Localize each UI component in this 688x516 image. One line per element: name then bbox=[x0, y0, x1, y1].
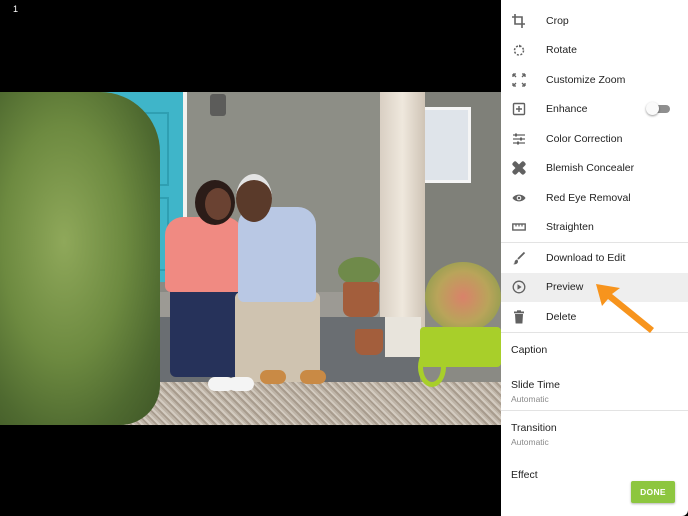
menu-item-customize-zoom[interactable]: Customize Zoom bbox=[501, 65, 688, 95]
photo-flowers bbox=[425, 262, 501, 332]
ruler-icon bbox=[512, 220, 526, 234]
crop-icon bbox=[512, 13, 526, 28]
photo-woman-legs bbox=[170, 287, 240, 377]
menu-item-rotate[interactable]: Rotate bbox=[501, 36, 688, 66]
rotate-icon bbox=[512, 43, 526, 57]
photo-planter bbox=[385, 317, 421, 357]
effect-setting[interactable]: Effect bbox=[501, 453, 688, 478]
play-circle-icon bbox=[512, 280, 526, 294]
done-button[interactable]: DONE bbox=[631, 481, 675, 503]
enhance-icon bbox=[512, 102, 526, 116]
photo-shoe bbox=[300, 370, 326, 384]
menu-item-download-to-edit[interactable]: Download to Edit bbox=[501, 243, 688, 273]
trash-icon bbox=[512, 310, 526, 324]
menu-item-crop[interactable]: Crop bbox=[501, 6, 688, 36]
menu-item-enhance[interactable]: Enhance bbox=[501, 95, 688, 125]
photo-pot bbox=[343, 282, 379, 317]
slide-time-setting[interactable]: Slide Time Automatic bbox=[501, 366, 688, 410]
caption-field[interactable]: Caption bbox=[501, 333, 688, 366]
effect-label: Effect bbox=[511, 468, 538, 478]
photo-shoe bbox=[228, 377, 254, 391]
slide-number: 1 bbox=[13, 4, 19, 14]
photo-man-head bbox=[236, 174, 272, 222]
photo-lamp bbox=[210, 94, 226, 116]
edit-menu: Crop Rotate Customize Zoom Enhance Color… bbox=[501, 0, 688, 242]
sliders-icon bbox=[512, 132, 526, 146]
photo-wheelbarrow-wheel bbox=[418, 347, 446, 387]
eye-icon bbox=[512, 191, 526, 205]
zoom-expand-icon bbox=[512, 73, 526, 87]
enhance-toggle[interactable] bbox=[646, 102, 670, 116]
photo-pot bbox=[355, 329, 383, 355]
slide-photo[interactable] bbox=[0, 92, 501, 425]
slide-time-label: Slide Time bbox=[511, 378, 561, 391]
edit-panel: Crop Rotate Customize Zoom Enhance Color… bbox=[501, 0, 688, 516]
photo-plant bbox=[338, 257, 380, 285]
photo-bush bbox=[0, 92, 160, 425]
caption-label: Caption bbox=[511, 343, 548, 356]
annotation-arrow-icon bbox=[596, 284, 654, 333]
transition-label: Transition bbox=[511, 421, 557, 434]
slide-time-value: Automatic bbox=[511, 393, 549, 404]
bandage-icon bbox=[512, 161, 526, 175]
menu-item-blemish-concealer[interactable]: Blemish Concealer bbox=[501, 154, 688, 184]
photo-curtain bbox=[380, 92, 425, 332]
transition-value: Automatic bbox=[511, 436, 549, 447]
menu-item-color-correction[interactable]: Color Correction bbox=[501, 124, 688, 154]
photo-window bbox=[420, 107, 471, 183]
menu-item-straighten[interactable]: Straighten bbox=[501, 213, 688, 243]
photo-man-legs bbox=[235, 292, 320, 382]
transition-setting[interactable]: Transition Automatic bbox=[501, 411, 688, 453]
photo-woman-face bbox=[205, 188, 231, 220]
menu-item-red-eye-removal[interactable]: Red Eye Removal bbox=[501, 183, 688, 213]
brush-icon bbox=[512, 251, 526, 265]
photo-shoe bbox=[260, 370, 286, 384]
photo-woman-shirt bbox=[165, 217, 243, 292]
